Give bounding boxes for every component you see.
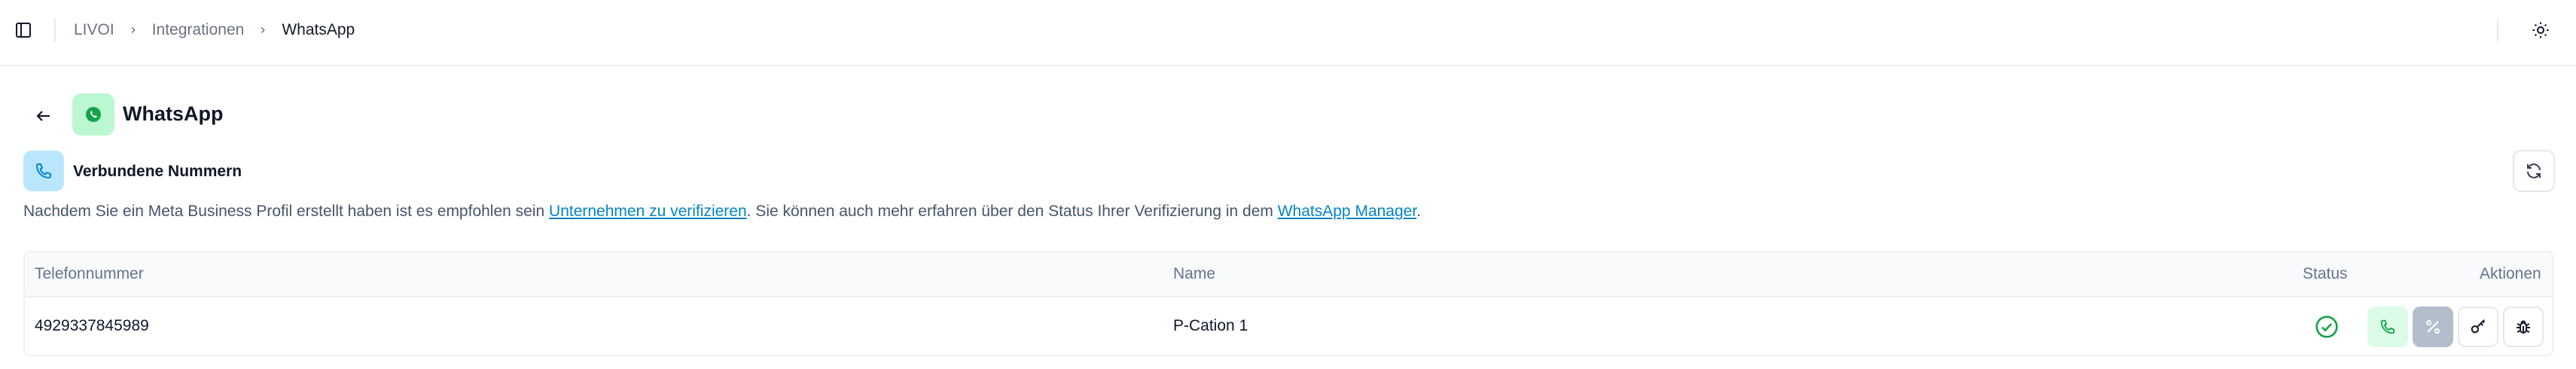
column-header-actions: Aktionen xyxy=(2480,265,2541,282)
topbar-divider-right xyxy=(2497,19,2498,41)
whatsapp-icon xyxy=(72,93,114,136)
column-header-name[interactable]: Name xyxy=(1173,265,1215,283)
breadcrumb-item-livoi[interactable]: LIVOI xyxy=(74,21,114,39)
breadcrumb-item-integrationen[interactable]: Integrationen xyxy=(152,21,245,39)
call-button[interactable] xyxy=(2367,306,2408,347)
sidebar-toggle-icon[interactable] xyxy=(14,20,33,40)
sun-icon[interactable] xyxy=(2530,20,2551,41)
whatsapp-manager-link[interactable]: WhatsApp Manager xyxy=(1278,203,1416,220)
top-bar: LIVOI Integrationen WhatsApp xyxy=(0,0,2576,66)
column-header-status[interactable]: Status xyxy=(2303,265,2348,283)
bug-icon xyxy=(2517,320,2530,334)
page-title: WhatsApp xyxy=(123,102,224,125)
info-text-part: . xyxy=(1416,203,1422,220)
arrow-left-icon[interactable] xyxy=(32,104,56,128)
table-header: Telefonnummer Name Status Aktionen xyxy=(25,252,2552,297)
column-header-phone[interactable]: Telefonnummer xyxy=(35,265,144,283)
chevron-right-icon xyxy=(258,25,268,35)
table-row: 4929337845989 P-Cation 1 xyxy=(25,297,2552,355)
percent-icon xyxy=(2426,320,2440,334)
refresh-button[interactable] xyxy=(2513,150,2555,192)
key-icon xyxy=(2471,319,2485,334)
breadcrumb: LIVOI Integrationen WhatsApp xyxy=(74,20,355,40)
check-circle-icon xyxy=(2314,314,2340,340)
info-text-part: . Sie können auch mehr erfahren über den… xyxy=(746,203,1278,220)
bug-button[interactable] xyxy=(2503,306,2544,347)
info-text-part: Nachdem Sie ein Meta Business Profil ers… xyxy=(23,203,550,220)
phone-icon xyxy=(2380,319,2395,334)
key-button[interactable] xyxy=(2458,306,2498,347)
verify-company-link[interactable]: Unternehmen zu verifizieren xyxy=(549,203,747,220)
chevron-right-icon xyxy=(128,25,139,35)
refresh-icon xyxy=(2527,163,2541,178)
phone-number-cell: 4929337845989 xyxy=(35,317,149,334)
name-cell: P-Cation 1 xyxy=(1173,317,1248,334)
section-title: Verbundene Nummern xyxy=(73,163,242,180)
phone-icon xyxy=(23,151,64,191)
verification-info: Nachdem Sie ein Meta Business Profil ers… xyxy=(23,203,1421,221)
breadcrumb-current: WhatsApp xyxy=(282,21,355,38)
numbers-table: Telefonnummer Name Status Aktionen 49293… xyxy=(23,251,2553,356)
percent-button[interactable] xyxy=(2413,306,2453,347)
topbar-divider xyxy=(54,19,56,41)
